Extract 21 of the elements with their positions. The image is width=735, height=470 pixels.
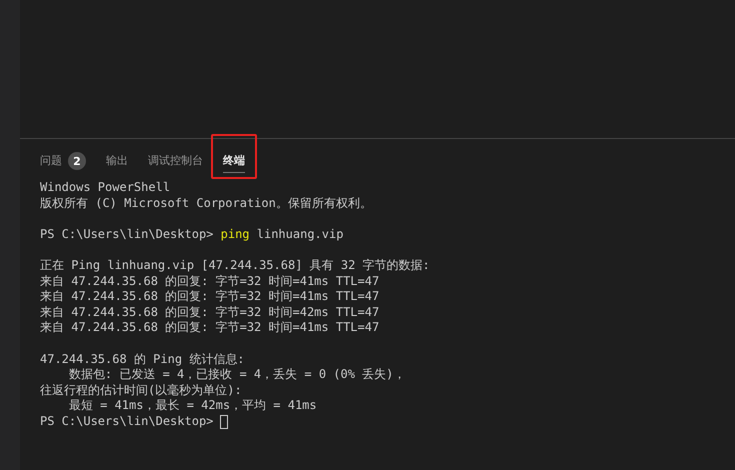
terminal-line: 往返行程的估计时间(以毫秒为单位): [40,382,242,398]
panel-tab[interactable]: 输出 [106,149,128,173]
panel-tab[interactable]: 终端 [223,149,245,173]
text-cursor [220,414,228,429]
command-text: ping [220,226,250,242]
prompt-text: PS C:\Users\lin\Desktop> [40,414,214,430]
terminal-line: 来自 47.244.35.68 的回复: 字节=32 时间=41ms TTL=47 [40,320,380,336]
terminal-line: 正在 Ping linhuang.vip [47.244.35.68] 具有 32 字节的数据: [40,258,430,274]
terminal-line: Windows PowerShell [40,180,170,196]
prompt-text: PS C:\Users\lin\Desktop> [40,226,214,242]
panel-tab[interactable]: 问题 [40,149,62,173]
command-argument: linhuang.vip [256,226,344,242]
terminal-line: 47.244.35.68 的 Ping 统计信息: [40,352,244,368]
terminal-line: 数据包: 已发送 = 4，已接收 = 4，丢失 = 0 (0% 丢失)， [68,367,406,383]
terminal-line: 版权所有 (C) Microsoft Corporation。保留所有权利。 [40,196,372,212]
count-badge: 2 [68,152,86,170]
panel-tab[interactable]: 调试控制台 [148,149,203,173]
terminal-line: 最短 = 41ms，最长 = 42ms，平均 = 41ms [68,398,317,414]
terminal-line: 来自 47.244.35.68 的回复: 字节=32 时间=41ms TTL=47 [40,289,380,305]
terminal-line: 来自 47.244.35.68 的回复: 字节=32 时间=41ms TTL=47 [40,274,380,290]
terminal-line: 来自 47.244.35.68 的回复: 字节=32 时间=42ms TTL=47 [40,304,380,320]
